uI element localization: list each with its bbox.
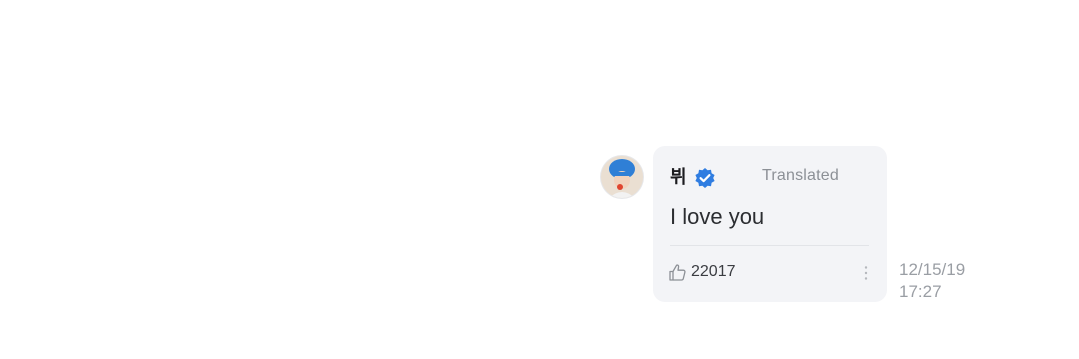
comment-timestamp: 12/15/19 17:27 xyxy=(899,259,965,303)
comment-bubble: 뷔 Translated I love you 22017 xyxy=(653,146,887,302)
translated-label[interactable]: Translated xyxy=(762,166,839,186)
like-count: 22017 xyxy=(691,263,736,280)
divider xyxy=(670,245,869,246)
vertical-ellipsis-icon[interactable] xyxy=(860,263,872,283)
author-name[interactable]: 뷔 xyxy=(670,166,687,190)
thumbs-up-icon xyxy=(668,263,687,282)
timestamp-date: 12/15/19 xyxy=(899,260,966,279)
like-button[interactable]: 22017 xyxy=(668,261,736,283)
timestamp-time: 17:27 xyxy=(899,282,942,301)
comment-thread: 뷔 Translated I love you 22017 12/15/19 1… xyxy=(0,0,1079,359)
avatar-image xyxy=(601,156,643,198)
avatar[interactable] xyxy=(601,156,643,198)
verified-badge-icon xyxy=(694,167,716,189)
comment-text: I love you xyxy=(670,204,765,229)
author-row: 뷔 xyxy=(670,166,716,190)
